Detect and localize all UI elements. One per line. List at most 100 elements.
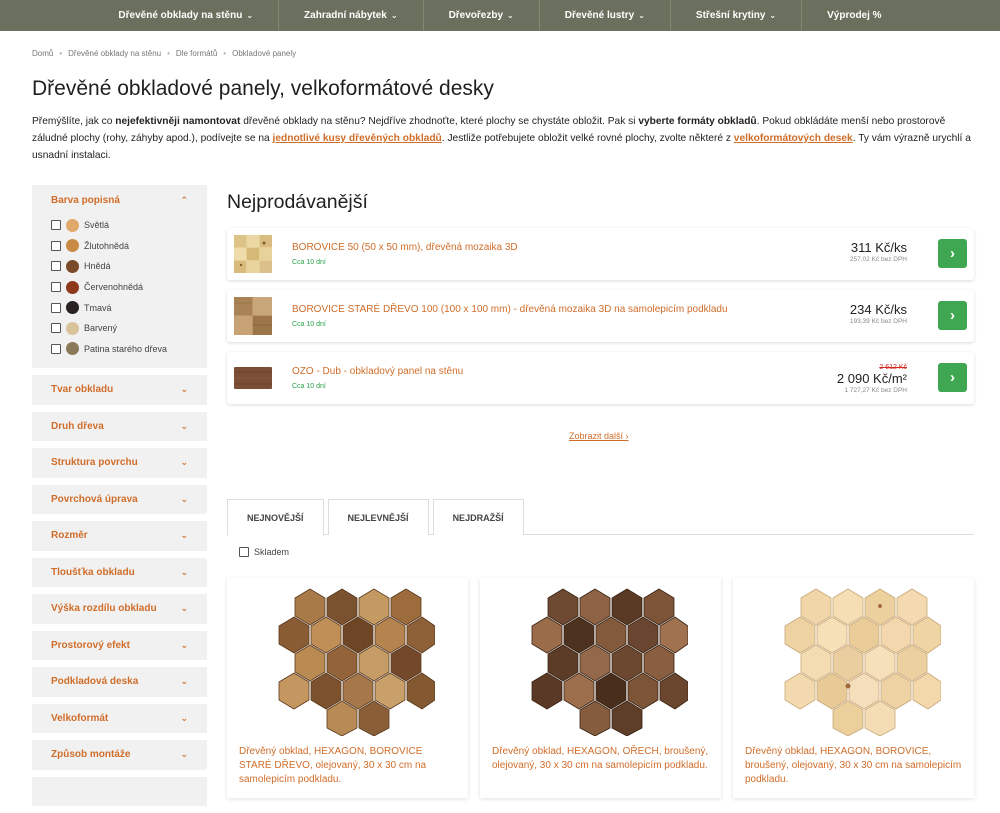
nav-item-wooden-chandeliers[interactable]: Dřevěné lustry ⌄ [540,0,671,31]
breadcrumb-item[interactable]: Dle formátů [176,49,217,58]
filter-surface-finish[interactable]: Povrchová úprava ⌄ [32,484,207,515]
chevron-down-icon: ⌄ [180,530,188,541]
filter-color: Barva popisná ⌃ Světlá Žlutohnědá Hnědá … [32,185,207,369]
filter-thickness[interactable]: Tloušťka obkladu ⌄ [32,557,207,588]
color-swatch [66,239,79,253]
bestseller-item[interactable]: OZO - Dub - obkladový panel na stěnu Cca… [227,352,974,404]
nav-item-roofing[interactable]: Střešní krytiny ⌄ [671,0,803,31]
price-ex-vat: 257,02 Kč bez DPH [849,256,907,263]
chevron-up-icon: ⌃ [180,194,188,205]
chevron-right-icon: › [950,369,955,386]
checkbox[interactable] [51,323,61,334]
filter-more[interactable] [32,776,207,807]
checkbox[interactable] [51,343,61,354]
filter-large-format[interactable]: Velkoformát ⌄ [32,703,207,734]
filter-title: Podkladová deska [51,676,139,688]
product-image [531,588,688,736]
product-name-link[interactable]: Dřevěný obklad, HEXAGON, BOROVICE, brouš… [745,745,962,787]
go-to-product-button[interactable]: › [938,301,967,330]
color-option[interactable]: Červenohnědá [51,277,188,298]
filter-color-header[interactable]: Barva popisná ⌃ [51,193,188,207]
color-swatch [66,342,79,356]
filter-wood-type[interactable]: Druh dřeva ⌄ [32,411,207,442]
color-swatch [66,301,79,315]
nav-item-sale[interactable]: Výprodej % [802,0,906,31]
filter-title: Velkoformát [51,712,109,724]
color-option[interactable]: Barvený [51,318,188,339]
nav-item-garden-furniture[interactable]: Zahradní nábytek ⌄ [279,0,424,31]
intro-link-individual-pieces[interactable]: jednotlivé kusy dřevěných obkladů [273,133,442,144]
tab-newest[interactable]: NEJNOVĚJŠÍ [227,499,324,536]
nav-label: Dřevořezby [448,10,504,21]
color-option[interactable]: Tmavá [51,297,188,318]
filter-title: Výška rozdílu obkladu [51,603,157,615]
product-thumbnail [234,297,272,335]
filter-title: Povrchová úprava [51,493,138,505]
product-thumbnail [234,367,272,389]
color-option[interactable]: Hnědá [51,256,188,277]
nav-label: Výprodej % [827,10,882,21]
filter-sidebar: Barva popisná ⌃ Světlá Žlutohnědá Hnědá … [32,185,207,813]
show-more-link[interactable]: Zobrazit další › [569,431,629,441]
color-swatch [66,321,79,335]
nav-item-woodcarvings[interactable]: Dřevořezby ⌄ [424,0,540,31]
product-card[interactable]: Dřevěný obklad, HEXAGON, BOROVICE, brouš… [733,578,974,798]
bestseller-item[interactable]: BOROVICE 50 (50 x 50 mm), dřevěná mozaik… [227,228,974,280]
checkbox[interactable] [51,302,61,313]
go-to-product-button[interactable]: › [938,363,967,392]
filter-title: Barva popisná [51,194,120,206]
breadcrumb-item[interactable]: Dřevěné obklady na stěnu [68,49,161,58]
product-name-link[interactable]: BOROVICE STARÉ DŘEVO 100 (100 x 100 mm) … [292,304,728,315]
checkbox[interactable] [51,261,61,272]
color-swatch [66,259,79,273]
price: 2 090 Kč/m² [836,371,907,386]
filter-title: Druh dřeva [51,420,104,432]
product-name-link[interactable]: BOROVICE 50 (50 x 50 mm), dřevěná mozaik… [292,242,518,253]
sort-tabs: NEJNOVĚJŠÍ NEJLEVNĚJŠÍ NEJDRAŽŠÍ [227,499,974,536]
color-label: Patina starého dřeva [84,343,168,354]
product-thumbnail [234,235,272,273]
checkbox[interactable] [239,547,249,557]
color-swatch [66,280,79,294]
color-options: Světlá Žlutohnědá Hnědá Červenohnědá Tma… [51,215,188,359]
filter-backing-board[interactable]: Podkladová deska ⌄ [32,667,207,697]
product-card[interactable]: Dřevěný obklad, HEXAGON, OŘECH, broušený… [480,578,721,798]
checkbox[interactable] [51,220,61,231]
filter-surface-structure[interactable]: Struktura povrchu ⌄ [32,448,207,478]
product-name-link[interactable]: OZO - Dub - obkladový panel na stěnu [292,366,463,377]
intro-bold: nejefektivněji namontovat [115,116,241,127]
nav-item-wall-cladding[interactable]: Dřevěné obklady na stěnu ⌄ [93,0,280,31]
color-option[interactable]: Světlá [51,215,188,236]
tab-cheapest[interactable]: NEJLEVNĚJŠÍ [327,499,429,535]
filter-title: Struktura povrchu [51,457,138,469]
main-content: Nejprodávanější BOROVICE 50 (50 x 50 mm)… [227,185,974,798]
color-option[interactable]: Žlutohnědá [51,236,188,257]
chevron-down-icon: ⌄ [180,676,188,687]
filter-size[interactable]: Rozměr ⌄ [32,521,207,551]
breadcrumb: Domů • Dřevěné obklady na stěnu • Dle fo… [32,49,296,58]
product-name-link[interactable]: Dřevěný obklad, HEXAGON, OŘECH, broušený… [492,745,709,773]
color-swatch [66,218,79,232]
checkbox[interactable] [51,282,61,293]
chevron-down-icon: ⌄ [638,11,645,20]
filter-mounting-method[interactable]: Způsob montáže ⌄ [32,740,207,770]
filter-height-difference[interactable]: Výška rozdílu obkladu ⌄ [32,594,207,624]
chevron-down-icon: ⌄ [180,420,188,431]
intro-text: Přemýšlíte, jak co nejefektivněji namont… [32,113,977,164]
filter-spatial-effect[interactable]: Prostorový efekt ⌄ [32,630,207,661]
in-stock-filter[interactable]: Skladem [239,547,289,557]
bestseller-item[interactable]: BOROVICE STARÉ DŘEVO 100 (100 x 100 mm) … [227,290,974,342]
breadcrumb-item[interactable]: Domů [32,49,53,58]
filter-title: Způsob montáže [51,749,131,761]
go-to-product-button[interactable]: › [938,239,967,268]
price-block: 234 Kč/ks 193,39 Kč bez DPH [850,302,907,325]
product-card[interactable]: Dřevěný obklad, HEXAGON, BOROVICE STARÉ … [227,578,468,798]
price-block: 2 612 Kč 2 090 Kč/m² 1 727,27 Kč bez DPH [837,364,907,394]
intro-link-large-format[interactable]: velkoformátových desek [734,133,853,144]
tab-most-expensive[interactable]: NEJDRAŽŠÍ [432,499,524,535]
color-option[interactable]: Patina starého dřeva [51,339,188,360]
product-name-link[interactable]: Dřevěný obklad, HEXAGON, BOROVICE STARÉ … [239,745,456,787]
checkbox[interactable] [51,240,61,251]
filter-shape[interactable]: Tvar obkladu ⌄ [32,375,207,405]
color-label: Tmavá [84,302,112,313]
